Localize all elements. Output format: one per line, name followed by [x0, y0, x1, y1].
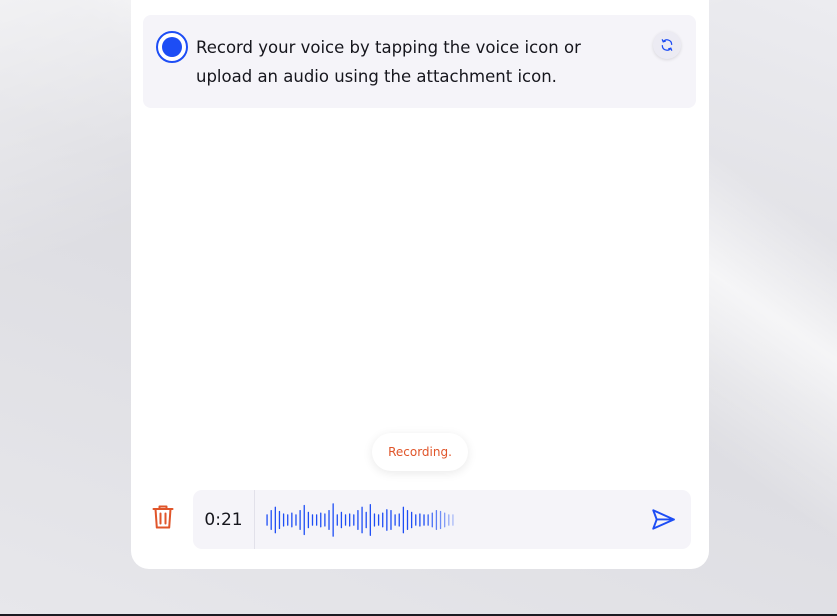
send-button[interactable] — [650, 507, 676, 533]
assistant-message: Record your voice by tapping the voice i… — [143, 15, 696, 108]
refresh-button[interactable] — [653, 31, 681, 59]
audio-recorder-bar: 0:21 — [193, 490, 691, 549]
recording-timer: 0:21 — [193, 490, 255, 549]
send-icon — [652, 509, 675, 530]
chat-card: Record your voice by tapping the voice i… — [131, 0, 709, 569]
assistant-avatar-icon — [156, 31, 188, 63]
recording-status-badge: Recording. — [372, 433, 468, 471]
message-text: Record your voice by tapping the voice i… — [196, 38, 581, 86]
refresh-icon — [661, 39, 673, 51]
delete-recording-button[interactable] — [151, 502, 175, 532]
waveform — [266, 503, 454, 537]
trash-icon — [152, 505, 174, 529]
